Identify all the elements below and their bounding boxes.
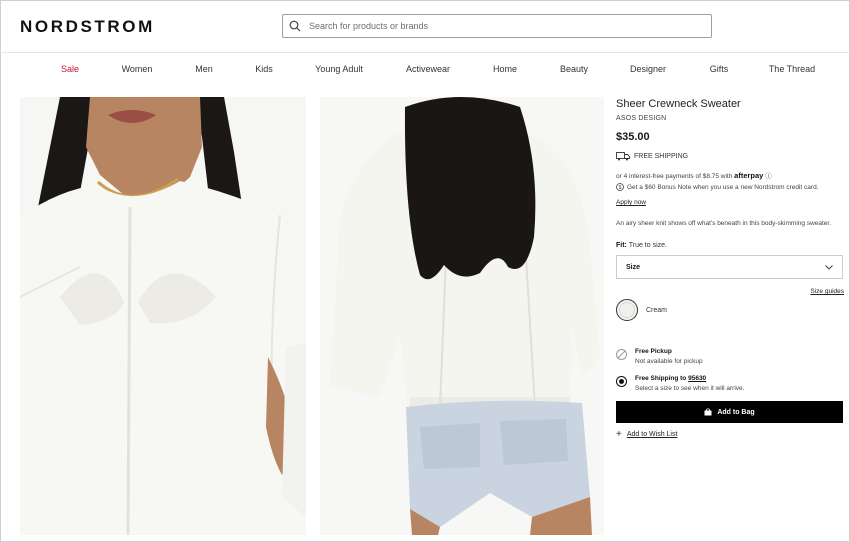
size-dropdown[interactable]: Size: [616, 255, 843, 279]
color-name: Cream: [646, 306, 668, 314]
free-shipping-label: FREE SHIPPING: [634, 153, 689, 160]
fit-label: Fit:: [616, 242, 627, 249]
pickup-radio[interactable]: [616, 349, 627, 360]
category-nav: Sale Women Men Kids Young Adult Activewe…: [0, 52, 850, 86]
search-input[interactable]: [307, 20, 691, 32]
nav-item-young-adult[interactable]: Young Adult: [315, 64, 363, 74]
product-details-panel: Sheer Crewneck Sweater ASOS DESIGN $35.0…: [616, 97, 844, 440]
afterpay-row: or 4 interest-free payments of $8.75 wit…: [616, 170, 844, 180]
chevron-down-icon: [825, 265, 833, 270]
add-to-wish-list[interactable]: + Add to Wish List: [616, 429, 844, 440]
search-icon: [289, 20, 301, 32]
shipping-title: Free Shipping to: [635, 375, 687, 382]
nav-item-kids[interactable]: Kids: [255, 64, 273, 74]
add-to-bag-button[interactable]: Add to Bag: [616, 401, 843, 423]
plus-icon: +: [616, 429, 622, 440]
product-brand[interactable]: ASOS DESIGN: [616, 115, 844, 122]
search-box[interactable]: [282, 14, 712, 38]
fit-info: Fit: True to size.: [616, 242, 844, 249]
bonus-note-row: $ Get a $60 Bonus Note when you use a ne…: [616, 183, 844, 191]
truck-icon: [616, 152, 630, 161]
dollar-circle-icon: $: [616, 183, 624, 191]
size-dropdown-label: Size: [626, 264, 641, 271]
afterpay-logo: afterpay: [734, 171, 764, 180]
svg-text:$: $: [619, 185, 622, 191]
nav-item-the-thread[interactable]: The Thread: [769, 64, 815, 74]
product-image-front[interactable]: [20, 97, 306, 535]
pickup-title: Free Pickup: [635, 348, 672, 355]
nav-item-sale[interactable]: Sale: [61, 64, 79, 74]
nav-item-men[interactable]: Men: [195, 64, 213, 74]
wish-list-label: Add to Wish List: [626, 431, 678, 438]
afterpay-text: or 4 interest-free payments of $8.75 wit…: [616, 173, 733, 180]
nordstrom-logo[interactable]: NORDSTROM: [20, 17, 155, 37]
product-title: Sheer Crewneck Sweater: [616, 98, 741, 110]
add-to-bag-label: Add to Bag: [717, 408, 755, 416]
shipping-zip-link[interactable]: 95630: [688, 375, 706, 382]
pickup-subtitle: Not available for pickup: [635, 358, 703, 365]
product-image-back[interactable]: [320, 97, 604, 535]
nav-item-home[interactable]: Home: [493, 64, 517, 74]
apply-now-link[interactable]: Apply now: [616, 199, 646, 206]
shipping-option[interactable]: Free Shipping to 95630 Select a size to …: [616, 375, 844, 392]
fit-value: True to size.: [628, 242, 667, 249]
info-icon[interactable]: ⓘ: [765, 173, 772, 180]
nav-item-beauty[interactable]: Beauty: [560, 64, 588, 74]
pickup-option[interactable]: Free Pickup Not available for pickup: [616, 348, 844, 365]
color-swatch-cream[interactable]: [616, 299, 638, 321]
nav-item-women[interactable]: Women: [122, 64, 153, 74]
nav-item-designer[interactable]: Designer: [630, 64, 666, 74]
nav-item-activewear[interactable]: Activewear: [406, 64, 450, 74]
nav-item-gifts[interactable]: Gifts: [710, 64, 729, 74]
product-price: $35.00: [616, 131, 650, 143]
size-guides-link[interactable]: Size guides: [616, 288, 844, 295]
color-selector: Cream: [616, 299, 844, 321]
free-shipping-row: FREE SHIPPING: [616, 152, 844, 161]
site-header: NORDSTROM: [0, 0, 850, 53]
shipping-radio[interactable]: [616, 376, 627, 387]
shipping-subtitle: Select a size to see when it will arrive…: [635, 385, 745, 392]
bonus-note-text: Get a $60 Bonus Note when you use a new …: [627, 183, 819, 191]
bag-icon: [704, 408, 712, 416]
product-description: An airy sheer knit shows off what's bene…: [616, 220, 832, 227]
